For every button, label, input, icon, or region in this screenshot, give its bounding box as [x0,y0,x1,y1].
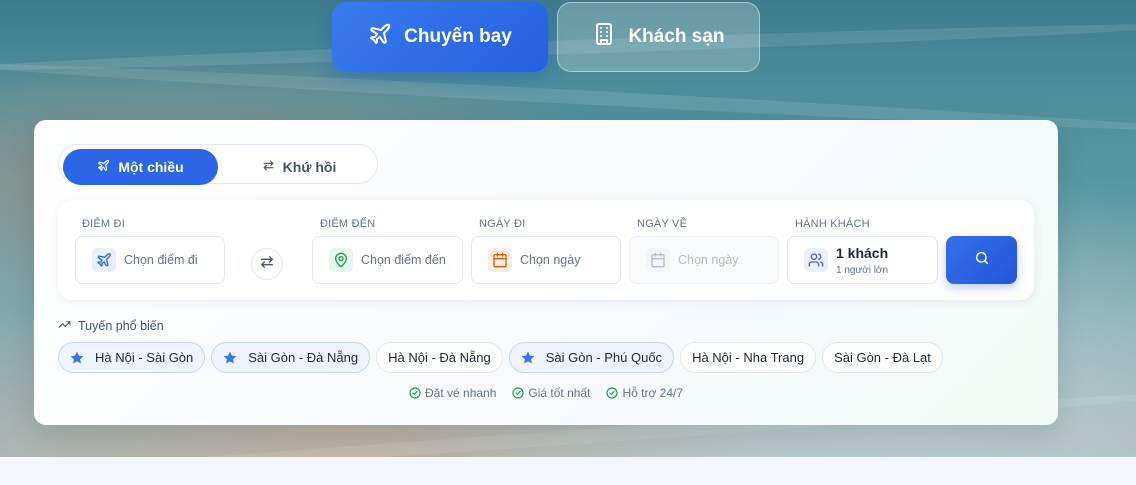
tab-flights-label: Chuyến bay [404,26,512,47]
calendar-icon [646,248,670,272]
passengers-text: 1 khách 1 người lớn [836,245,888,276]
to-placeholder: Chọn điểm đến [361,253,446,267]
depart-date-field[interactable]: Chọn ngày [471,236,621,284]
plane-icon [92,248,116,272]
to-field[interactable]: Chọn điểm đến [312,236,463,284]
search-form: ĐIỂM ĐI Chọn điểm đi ĐIỂM ĐẾN Chọn điểm … [58,200,1034,300]
map-pin-icon [329,248,353,272]
return-date-placeholder: Chọn ngày [678,253,739,267]
service-tabs: Chuyến bay Khách sạn [332,2,760,72]
depart-date-label: NGÀY ĐI [479,218,526,230]
route-label: Hà Nội - Đà Nẵng [388,350,491,365]
depart-date-placeholder: Chọn ngày [520,253,581,267]
trending-up-icon [58,318,71,334]
trip-type-toggle: Một chiều Khứ hồi [58,144,378,185]
route-label: Sài Gòn - Đà Lạt [834,350,931,365]
round-trip-option[interactable]: Khứ hồi [224,149,374,185]
route-label: Hà Nội - Sài Gòn [95,350,194,365]
route-label: Sài Gòn - Phú Quốc [545,350,663,365]
route-chip[interactable]: Hà Nội - Sài Gòn [58,342,206,373]
calendar-icon [488,248,512,272]
route-chip[interactable]: Sài Gòn - Đà Nẵng [211,342,371,373]
check-circle-icon [512,387,524,399]
search-icon [974,250,990,271]
one-way-label: Một chiều [118,159,184,175]
route-chip[interactable]: Hà Nội - Nha Trang [680,342,817,373]
star-icon [521,351,535,364]
round-trip-label: Khứ hồi [282,159,337,175]
from-field[interactable]: Chọn điểm đi [75,236,225,284]
popular-routes-list: Hà Nội - Sài Gòn Sài Gòn - Đà Nẵng Hà Nộ… [58,342,943,373]
swap-button[interactable] [251,248,283,280]
to-label: ĐIỂM ĐẾN [320,218,376,230]
feature-label: Hỗ trợ 24/7 [622,386,683,400]
plane-icon [97,159,110,175]
feature-item: Đặt vé nhanh [409,386,496,400]
from-label: ĐIỂM ĐI [82,218,125,230]
search-button[interactable] [946,236,1017,284]
check-circle-icon [409,387,421,399]
one-way-option[interactable]: Một chiều [63,149,218,185]
users-icon [804,248,828,272]
swap-arrows-icon [262,159,275,175]
swap-arrows-icon [259,254,275,275]
building-icon [592,22,616,52]
popular-routes-heading: Tuyến phổ biến [58,318,164,334]
route-label: Sài Gòn - Đà Nẵng [248,350,359,365]
route-label: Hà Nội - Nha Trang [692,350,805,365]
tab-hotels-label: Khách sạn [628,26,725,47]
feature-item: Hỗ trợ 24/7 [606,386,683,400]
route-chip[interactable]: Sài Gòn - Phú Quốc [508,342,675,373]
feature-label: Đặt vé nhanh [425,386,497,400]
feature-label: Giá tốt nhất [528,386,591,400]
feature-list: Đặt vé nhanh Giá tốt nhất Hỗ trợ 24/7 [34,386,1058,400]
route-chip[interactable]: Hà Nội - Đà Nẵng [376,342,503,373]
passengers-value: 1 khách [836,244,889,261]
star-icon [223,351,237,364]
passengers-field[interactable]: 1 khách 1 người lớn [787,236,938,284]
return-date-label: NGÀY VỀ [637,218,688,230]
popular-routes-title: Tuyến phổ biến [78,319,164,333]
from-placeholder: Chọn điểm đi [124,253,198,267]
tab-flights[interactable]: Chuyến bay [332,2,548,72]
tab-hotels[interactable]: Khách sạn [557,2,760,72]
return-date-field: Chọn ngày [629,236,779,284]
plane-icon [368,22,392,52]
star-icon [70,351,84,364]
route-chip[interactable]: Sài Gòn - Đà Lạt [822,342,943,373]
passengers-label: HÀNH KHÁCH [795,218,870,230]
search-card: Một chiều Khứ hồi ĐIỂM ĐI Chọn điểm đi Đ… [34,120,1058,425]
passengers-detail: 1 người lớn [836,264,889,276]
check-circle-icon [606,387,619,399]
feature-item: Giá tốt nhất [512,386,590,400]
